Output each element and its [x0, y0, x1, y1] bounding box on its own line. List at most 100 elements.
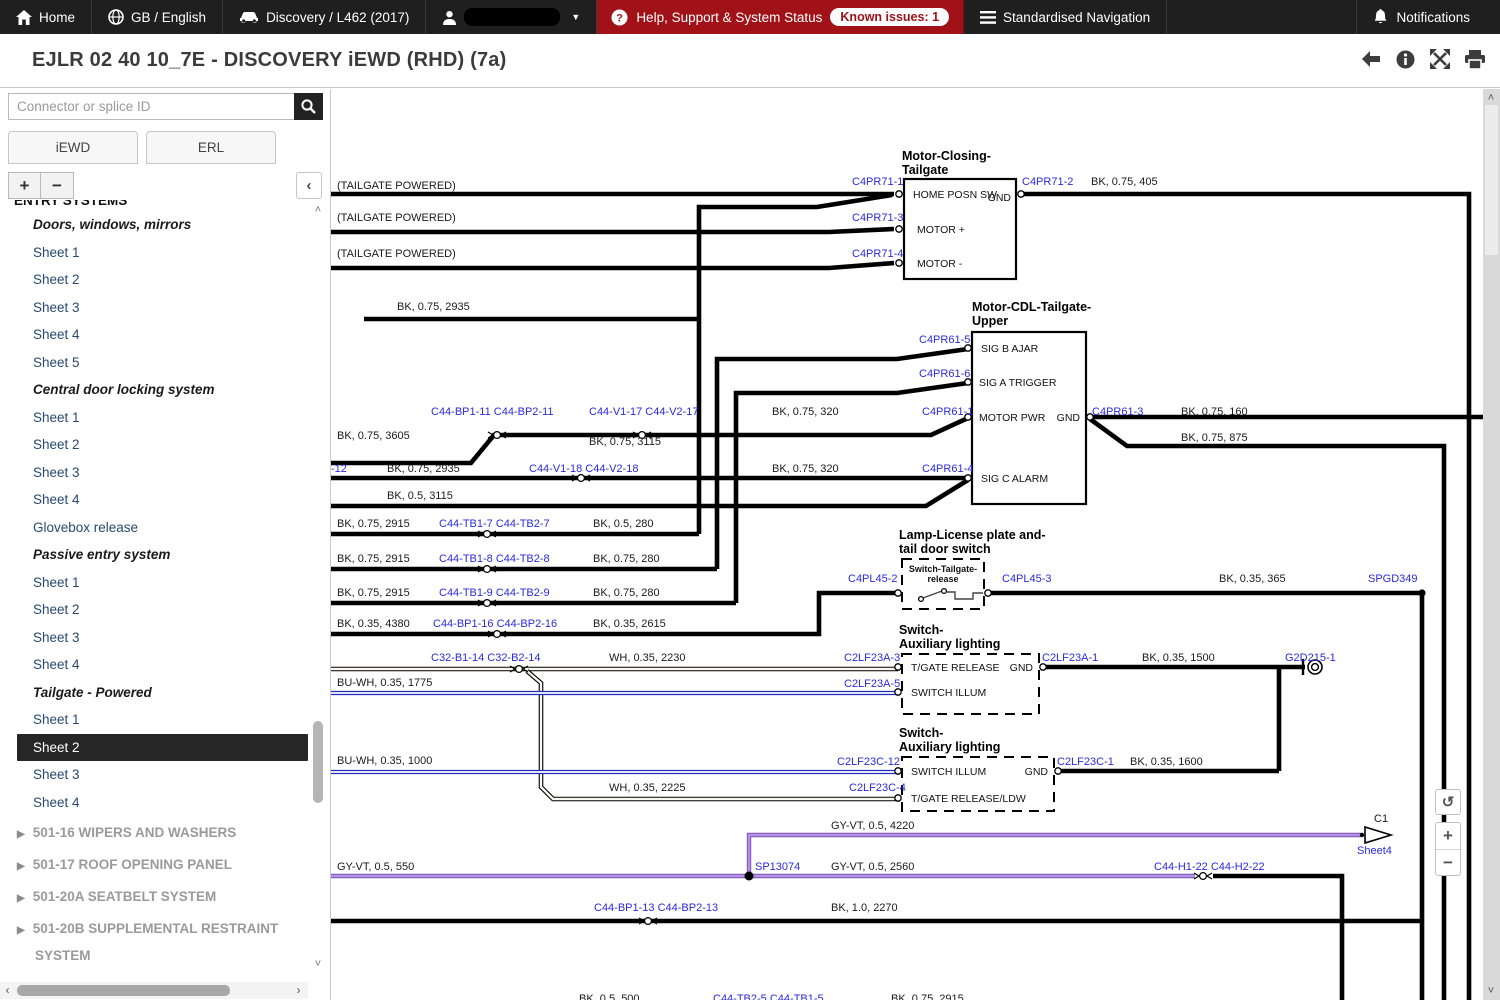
connector-link-label[interactable]: C44-BP1-16 C44-BP2-16: [433, 618, 557, 630]
connector-link-label[interactable]: C2LF23C-4: [849, 782, 906, 794]
nav-locale[interactable]: GB / English: [92, 0, 223, 34]
tree-item-sheet[interactable]: Sheet 3: [0, 459, 308, 487]
horizontal-scroll-thumb[interactable]: [17, 985, 230, 996]
connector-link-label[interactable]: C2LF23A-5: [844, 678, 900, 690]
tree-item-sheet[interactable]: Sheet 3: [0, 761, 308, 789]
tree-item-sheet[interactable]: Sheet 2: [0, 431, 308, 459]
tree-item-sheet[interactable]: Sheet 4: [0, 321, 308, 349]
diagram-scroll-up-icon[interactable]: ˄: [1483, 91, 1499, 105]
component-switch-auxiliary-lighting-c[interactable]: Switch- Auxiliary lighting SWITCH ILLUM …: [895, 726, 1061, 811]
component-lamp-license-tail-door-switch[interactable]: Lamp-License plate and- tail door switch…: [895, 528, 1046, 609]
nav-notifications[interactable]: Notifications: [1356, 0, 1500, 34]
tree-scroll-thumb[interactable]: [313, 721, 323, 803]
info-button[interactable]: [1394, 48, 1416, 70]
tree-scroll-down-icon[interactable]: ˅: [310, 957, 326, 971]
tree-scrollbar[interactable]: ˄ ˅: [310, 203, 326, 971]
connector-link-label[interactable]: C4PR71-1: [852, 176, 903, 188]
connector-link-label[interactable]: C4PR61-5: [919, 334, 970, 346]
tab-erl[interactable]: ERL: [146, 131, 276, 164]
connector-link-label[interactable]: C44-TB1-7 C44-TB2-7: [439, 518, 550, 530]
tree-group-roof-panel[interactable]: ▶501-17 ROOF OPENING PANEL: [0, 851, 308, 880]
connector-link-label[interactable]: C4PR61-3: [1092, 406, 1143, 418]
component-motor-cdl-tailgate-upper[interactable]: Motor-CDL-Tailgate- Upper SIG B AJAR SIG…: [965, 300, 1093, 504]
diagram-zoom-out-button[interactable]: −: [1436, 849, 1460, 875]
diagram-zoom-in-button[interactable]: +: [1436, 823, 1460, 849]
tree-item-glovebox-release[interactable]: Glovebox release: [0, 514, 308, 542]
connector-link-label[interactable]: C4PR71-4: [852, 248, 903, 260]
component-switch-auxiliary-lighting-a[interactable]: Switch- Auxiliary lighting T/GATE RELEAS…: [895, 623, 1046, 714]
diagram-scroll-down-icon[interactable]: ˅: [1483, 984, 1499, 998]
tree-group-seatbelt[interactable]: ▶501-20A SEATBELT SYSTEM: [0, 883, 308, 912]
nav-help-support[interactable]: ? Help, Support & System Status Known is…: [597, 0, 964, 34]
connector-link-label[interactable]: C44-TB2-5 C44-TB1-5: [713, 993, 824, 1000]
connector-link-label[interactable]: C44-H1-22 C44-H2-22: [1154, 861, 1265, 873]
component-motor-closing-tailgate[interactable]: Motor-Closing- Tailgate HOME POSN SW GND…: [896, 149, 1024, 279]
connector-link-label[interactable]: C4PR71-3: [852, 212, 903, 224]
nav-vehicle[interactable]: Discovery / L462 (2017): [223, 0, 426, 34]
tree-item-sheet-selected[interactable]: Sheet 2: [17, 734, 308, 762]
connector-link-label[interactable]: C4PL45-3: [1002, 573, 1052, 585]
sidebar-horizontal-scrollbar[interactable]: ‹ ›: [0, 982, 308, 999]
tree-item-sheet[interactable]: Sheet 2: [0, 596, 308, 624]
connector-link-label[interactable]: C44-V1-17 C44-V2-17: [589, 406, 698, 418]
tree-section-tailgate-powered[interactable]: Tailgate - Powered: [0, 679, 308, 707]
tree-section-doors-windows-mirrors[interactable]: Doors, windows, mirrors: [0, 211, 308, 239]
known-issues-badge[interactable]: Known issues: 1: [830, 8, 949, 26]
connector-link-label[interactable]: C44-V1-18 C44-V2-18: [529, 463, 638, 475]
tree-item-sheet[interactable]: Sheet 2: [0, 266, 308, 294]
connector-link-label[interactable]: C4PR61-4: [922, 463, 973, 475]
tree-item-entry-systems[interactable]: ENTRY SYSTEMS: [0, 200, 308, 211]
connector-link-label[interactable]: -12: [331, 463, 347, 475]
scroll-left-icon[interactable]: ‹: [0, 982, 15, 999]
wiring-diagram-canvas[interactable]: Motor-Closing- Tailgate HOME POSN SW GND…: [330, 89, 1483, 1000]
tree-section-central-door-locking[interactable]: Central door locking system: [0, 376, 308, 404]
tree-section-passive-entry[interactable]: Passive entry system: [0, 541, 308, 569]
search-input[interactable]: [8, 93, 294, 120]
connector-link-label[interactable]: C44-BP1-13 C44-BP2-13: [594, 902, 718, 914]
tree-zoom-out-button[interactable]: −: [41, 172, 74, 199]
tree-item-sheet[interactable]: Sheet 1: [0, 706, 308, 734]
connector-link-label[interactable]: C4PR61-6: [919, 368, 970, 380]
tree-group-srs[interactable]: ▶501-20B SUPPLEMENTAL RESTRAINT SYSTEM: [0, 915, 308, 969]
tree-zoom-in-button[interactable]: +: [8, 172, 41, 199]
connector-link-label[interactable]: C2LF23A-3: [844, 652, 900, 664]
connector-link-label[interactable]: C44-TB1-8 C44-TB2-8: [439, 553, 550, 565]
connector-link-label[interactable]: SP13074: [755, 861, 800, 873]
connector-link-label[interactable]: Sheet4: [1357, 845, 1392, 857]
connector-link-label[interactable]: G2D215-1: [1285, 652, 1336, 664]
tree-scroll-up-icon[interactable]: ˄: [310, 203, 326, 217]
connector-link-label[interactable]: C44-BP1-11 C44-BP2-11: [431, 406, 554, 418]
tree-item-sheet[interactable]: Sheet 3: [0, 294, 308, 322]
connector-link-label[interactable]: C4PL45-2: [848, 573, 898, 585]
splice-sp13074[interactable]: [745, 872, 754, 881]
connector-link-label[interactable]: C2LF23A-1: [1042, 652, 1098, 664]
scroll-right-icon[interactable]: ›: [291, 982, 306, 999]
connector-link-label[interactable]: C2LF23C-1: [1057, 756, 1114, 768]
tree-item-sheet[interactable]: Sheet 3: [0, 624, 308, 652]
tree-group-wipers[interactable]: ▶501-16 WIPERS AND WASHERS: [0, 819, 308, 848]
connector-link-label[interactable]: C4PR61-1: [922, 406, 973, 418]
nav-user-menu[interactable]: ▼: [426, 0, 597, 34]
print-button[interactable]: [1464, 48, 1486, 70]
tree-group-towbar[interactable]: ▶502-03 TOWBAR: [0, 972, 308, 980]
back-button[interactable]: [1359, 48, 1381, 70]
diagram-scrollbar[interactable]: ˄ ˅: [1483, 89, 1500, 1000]
connector-link-label[interactable]: C2LF23C-12: [837, 756, 900, 768]
search-button[interactable]: [294, 93, 323, 120]
connector-link-label[interactable]: C44-TB1-9 C44-TB2-9: [439, 587, 550, 599]
connector-link-label[interactable]: SPGD349: [1368, 573, 1418, 585]
splice-spgd349[interactable]: [1418, 589, 1425, 596]
sidebar-collapse-button[interactable]: ‹: [296, 172, 322, 199]
tree-item-sheet[interactable]: Sheet 4: [0, 486, 308, 514]
tree-item-sheet[interactable]: Sheet 1: [0, 239, 308, 267]
tab-iewd[interactable]: iEWD: [8, 131, 138, 164]
fullscreen-button[interactable]: [1429, 48, 1451, 70]
connector-link-label[interactable]: C4PR71-2: [1022, 176, 1073, 188]
tree-item-sheet[interactable]: Sheet 5: [0, 349, 308, 377]
nav-home[interactable]: Home: [0, 0, 92, 34]
tree-item-sheet[interactable]: Sheet 4: [0, 651, 308, 679]
tree-item-sheet[interactable]: Sheet 4: [0, 789, 308, 817]
offpage-connector[interactable]: [1360, 827, 1391, 843]
tree-item-sheet[interactable]: Sheet 1: [0, 404, 308, 432]
rotate-diagram-button[interactable]: ↺: [1435, 789, 1461, 815]
